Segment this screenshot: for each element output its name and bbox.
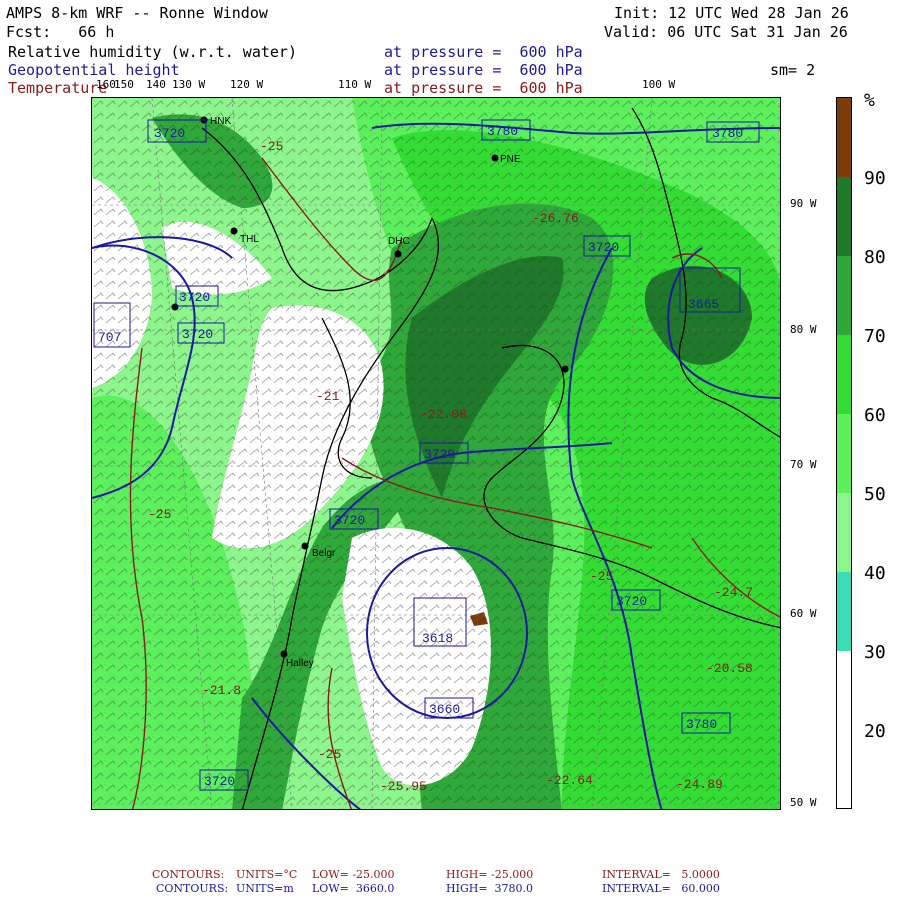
lon-label: 130 W <box>172 78 206 91</box>
temp-label: -25 <box>318 747 341 762</box>
height-box: 3720 <box>334 513 365 528</box>
height-box: 3720 <box>204 774 235 789</box>
lon-label: 100 W <box>642 78 676 91</box>
map-title: AMPS 8-km WRF -- Ronne Window <box>6 4 268 22</box>
temp-label: -24.7 <box>714 585 753 600</box>
temp-contour-label: CONTOURS: <box>152 868 225 881</box>
colorbar-unit: % <box>864 90 875 111</box>
height-box: 3720 <box>616 594 647 609</box>
rh-pressure: at pressure = 600 hPa <box>384 43 583 61</box>
temp-field-label: Temperature <box>8 79 108 97</box>
height-box: 3720 <box>182 327 213 342</box>
color-band-20-30 <box>837 651 851 808</box>
color-scale-bar <box>836 97 852 809</box>
lat-label: 80 W <box>790 323 817 336</box>
temp-label: -20.58 <box>706 661 753 676</box>
low-box: 707 <box>98 330 121 345</box>
height-box: 3665 <box>688 297 719 312</box>
height-box: 3720 <box>424 447 455 462</box>
temp-contour-low: LOW= -25.000 <box>312 868 395 881</box>
temp-label: -25.95 <box>380 779 427 794</box>
height-contour-interval: INTERVAL= 60.000 <box>602 882 720 895</box>
height-box: 3660 <box>429 702 460 717</box>
station-label: PNE <box>500 154 521 165</box>
lon-label: 120 W <box>230 78 264 91</box>
temp-label: -21 <box>316 389 340 404</box>
smoothing-label: sm= 2 <box>770 61 816 79</box>
colorbar-tick: 50 <box>864 484 886 505</box>
height-box: 3780 <box>487 124 518 139</box>
station-label: Belgr <box>312 548 336 559</box>
color-band-50-60 <box>837 414 851 493</box>
colorbar-tick: 80 <box>864 247 886 268</box>
color-band-80-90 <box>837 177 851 256</box>
lat-label: 70 W <box>790 458 817 471</box>
colorbar-tick: 20 <box>864 721 886 742</box>
temp-contour-interval: INTERVAL= 5.0000 <box>602 868 720 881</box>
temp-label: -26.76 <box>532 211 579 226</box>
lon-label: 110 W <box>338 78 372 91</box>
color-band-60-70 <box>837 335 851 414</box>
height-box: 3720 <box>154 126 185 141</box>
forecast-hour: Fcst: 66 h <box>6 23 115 41</box>
station-label: DHC <box>388 236 410 247</box>
color-band-30-40 <box>837 572 851 651</box>
weather-map: 3720 3780 3780 3720 3665 3720 3720 3720 … <box>91 97 781 810</box>
colorbar-tick: 60 <box>864 405 886 426</box>
temp-contour-units: UNITS=°C <box>236 868 298 881</box>
height-box: 3780 <box>712 126 743 141</box>
temp-label: -22.64 <box>546 773 593 788</box>
temp-label: -24.89 <box>676 777 723 792</box>
temp-label: -25 <box>590 569 613 584</box>
lon-label: 160 <box>96 78 116 91</box>
colorbar-tick: 90 <box>864 168 886 189</box>
colorbar-tick: 30 <box>864 642 886 663</box>
temp-label: -21.8 <box>202 683 241 698</box>
station-label: HNK <box>210 116 231 127</box>
color-band-70-80 <box>837 256 851 335</box>
height-contour-units: UNITS=m <box>236 882 294 895</box>
lat-label: 90 W <box>790 197 817 210</box>
rh-field-label: Relative humidity (w.r.t. water) <box>8 43 297 61</box>
gh-pressure: at pressure = 600 hPa <box>384 61 583 79</box>
lat-label: 50 W <box>790 796 817 809</box>
temp-label: -22.08 <box>420 407 467 422</box>
color-band-90-100 <box>837 98 851 177</box>
init-time: Init: 12 UTC Wed 28 Jan 26 <box>614 4 849 22</box>
height-box: 3618 <box>422 631 453 646</box>
colorbar-tick: 40 <box>864 563 886 584</box>
color-band-40-50 <box>837 493 851 572</box>
station-label: THL <box>240 234 259 245</box>
valid-time: Valid: 06 UTC Sat 31 Jan 26 <box>604 23 848 41</box>
temp-contour-high: HIGH= -25.000 <box>446 868 534 881</box>
height-contour-label: CONTOURS: <box>156 882 229 895</box>
lon-label: 150 <box>114 78 134 91</box>
height-contour-high: HIGH= 3780.0 <box>446 882 534 895</box>
height-contour-low: LOW= 3660.0 <box>312 882 395 895</box>
height-box: 3780 <box>686 717 717 732</box>
lat-label: 60 W <box>790 607 817 620</box>
height-box: 3720 <box>588 240 619 255</box>
gh-field-label: Geopotential height <box>8 61 180 79</box>
lon-label: 140 <box>146 78 166 91</box>
temp-pressure: at pressure = 600 hPa <box>384 79 583 97</box>
colorbar-tick: 70 <box>864 326 886 347</box>
temp-label: -25 <box>260 139 283 154</box>
station-label: Halley <box>286 658 314 669</box>
height-box: 3720 <box>179 290 210 305</box>
temp-label: -25 <box>148 507 171 522</box>
